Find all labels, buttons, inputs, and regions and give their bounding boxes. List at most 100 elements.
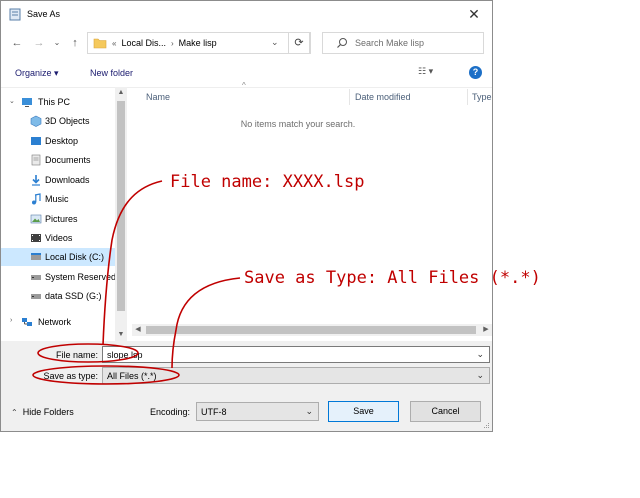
desktop-icon xyxy=(31,137,41,145)
documents-icon xyxy=(31,154,41,166)
nav-item-desktop[interactable]: Desktop xyxy=(1,132,127,150)
cube-icon xyxy=(30,115,42,127)
notepad-icon xyxy=(9,8,21,21)
file-list-horizontal-scrollbar[interactable]: ◀ ▶ xyxy=(132,324,492,336)
download-icon xyxy=(32,175,40,186)
column-header-name[interactable]: Name xyxy=(146,87,170,107)
nav-item-label: Downloads xyxy=(45,175,90,185)
search-input[interactable]: Search Make lisp xyxy=(355,38,424,48)
nav-item-data-ssd-g[interactable]: data SSD (G:) xyxy=(1,287,127,305)
new-folder-button[interactable]: New folder xyxy=(90,68,133,78)
help-icon[interactable]: ? xyxy=(469,66,482,79)
scroll-up-icon[interactable]: ▲ xyxy=(115,87,127,99)
search-icon xyxy=(337,38,347,48)
chevron-down-icon[interactable]: ⌄ xyxy=(476,349,484,360)
forward-button[interactable]: → xyxy=(31,35,47,51)
window-title: Save As xyxy=(27,9,61,19)
nav-item-label: Documents xyxy=(45,155,91,165)
navigation-row: ← → ⌄ ↑ « Local Dis... › Make lisp ⟳ ⌄ S… xyxy=(1,29,492,59)
nav-item-label: Pictures xyxy=(45,214,78,224)
nav-item-label: Network xyxy=(38,317,72,327)
encoding-select[interactable]: UTF-8 ⌄ xyxy=(196,402,319,421)
nav-item-music[interactable]: Music xyxy=(1,190,127,208)
column-header-date-modified[interactable]: Date modified xyxy=(355,87,411,107)
file-name-field[interactable]: slope.lsp ⌄ xyxy=(102,346,490,363)
hide-folders-label: Hide Folders xyxy=(22,407,74,417)
organize-button[interactable]: Organize ▾ xyxy=(15,68,59,79)
title-bar: Save As ✕ xyxy=(1,1,492,29)
nav-item-pictures[interactable]: Pictures xyxy=(1,210,127,228)
column-divider[interactable] xyxy=(467,89,468,105)
chevron-down-icon: ⌄ xyxy=(9,98,15,105)
search-box[interactable]: Search Make lisp xyxy=(322,32,484,54)
breadcrumb: « Local Dis... › Make lisp xyxy=(112,38,217,48)
column-header-type[interactable]: Type xyxy=(472,87,492,107)
nav-item-label: This PC xyxy=(38,97,71,107)
file-list: ^ Name Date modified Type No items match… xyxy=(132,81,492,341)
encoding-label: Encoding: xyxy=(150,407,191,417)
pc-icon xyxy=(22,98,32,107)
hide-folders-button[interactable]: ⌃ Hide Folders xyxy=(11,407,74,417)
nav-item-network[interactable]: › Network xyxy=(1,313,127,331)
nav-item-downloads[interactable]: Downloads xyxy=(1,171,127,189)
change-view-button[interactable]: ☷ ▾ xyxy=(418,66,448,80)
nav-item-label: Desktop xyxy=(45,136,79,146)
command-bar: Organize ▾ New folder ☷ ▾ ? xyxy=(1,59,492,88)
scroll-left-icon[interactable]: ◀ xyxy=(132,324,144,336)
save-type-value: All Files (*.*) xyxy=(107,371,157,381)
chevron-up-icon: ⌃ xyxy=(11,407,18,417)
nav-item-documents[interactable]: Documents xyxy=(1,151,127,169)
file-name-label: File name: xyxy=(55,350,98,360)
save-as-dialog: Save As ✕ ← → ⌄ ↑ « Local Dis... › Make … xyxy=(0,0,493,432)
nav-item-local-disk-c[interactable]: Local Disk (C:) xyxy=(1,248,127,266)
nav-item-this-pc[interactable]: ⌄ This PC xyxy=(1,93,127,111)
chevron-down-icon: ⌄ xyxy=(305,406,313,416)
save-type-annotation: Save as Type: All Files (*.*) xyxy=(244,268,541,288)
file-name-annotation: File name: XXXX.lsp xyxy=(170,172,365,192)
nav-vertical-scrollbar[interactable]: ▲ ▼ xyxy=(115,87,127,341)
empty-message: No items match your search. xyxy=(240,119,356,129)
nav-item-label: 3D Objects xyxy=(45,116,90,126)
videos-icon xyxy=(31,234,41,242)
save-type-select[interactable]: All Files (*.*) ⌄ xyxy=(102,367,490,384)
nav-item-3d-objects[interactable]: 3D Objects xyxy=(1,112,127,130)
nav-item-label: Music xyxy=(45,194,69,204)
breadcrumb-overflow[interactable]: « xyxy=(112,39,116,48)
nav-item-system-reserved[interactable]: System Reserved xyxy=(1,268,127,286)
nav-item-label: System Reserved xyxy=(45,272,117,282)
navigation-pane: ⌄ This PC 3D Objects Desktop Documents D… xyxy=(1,87,127,341)
dialog-footer: File name: slope.lsp ⌄ Save as type: All… xyxy=(1,341,492,431)
scroll-down-icon[interactable]: ▼ xyxy=(115,329,127,341)
up-button[interactable]: ↑ xyxy=(67,35,83,51)
drive-icon xyxy=(31,275,41,280)
pictures-icon xyxy=(30,214,42,224)
cancel-button[interactable]: Cancel xyxy=(410,401,481,422)
close-button[interactable]: ✕ xyxy=(456,1,492,27)
folder-icon xyxy=(93,38,107,49)
column-divider[interactable] xyxy=(349,89,350,105)
scroll-thumb[interactable] xyxy=(117,101,125,311)
scroll-right-icon[interactable]: ▶ xyxy=(480,324,492,336)
drive-icon xyxy=(31,253,41,260)
resize-grip-icon[interactable] xyxy=(484,423,490,429)
address-dropdown[interactable]: ⌄ xyxy=(271,37,279,48)
back-button[interactable]: ← xyxy=(9,35,25,51)
file-name-value: slope.lsp xyxy=(107,350,143,360)
nav-item-label: Videos xyxy=(45,233,73,243)
breadcrumb-make-lisp[interactable]: Make lisp xyxy=(179,38,217,48)
breadcrumb-separator[interactable]: › xyxy=(171,39,174,48)
chevron-down-icon[interactable]: ⌄ xyxy=(476,370,484,381)
nav-item-label: data SSD (G:) xyxy=(45,291,102,301)
drive-icon xyxy=(31,294,41,299)
recent-locations-button[interactable]: ⌄ xyxy=(49,35,65,51)
nav-item-label: Local Disk (C:) xyxy=(45,252,105,262)
breadcrumb-local-disk[interactable]: Local Dis... xyxy=(121,38,166,48)
save-button[interactable]: Save xyxy=(328,401,399,422)
nav-item-videos[interactable]: Videos xyxy=(1,229,127,247)
scroll-thumb[interactable] xyxy=(146,326,476,334)
network-icon xyxy=(22,318,32,326)
save-type-label: Save as type: xyxy=(43,371,98,381)
sort-indicator-icon: ^ xyxy=(242,81,246,90)
refresh-button[interactable]: ⟳ xyxy=(288,32,310,54)
music-icon xyxy=(32,193,41,205)
